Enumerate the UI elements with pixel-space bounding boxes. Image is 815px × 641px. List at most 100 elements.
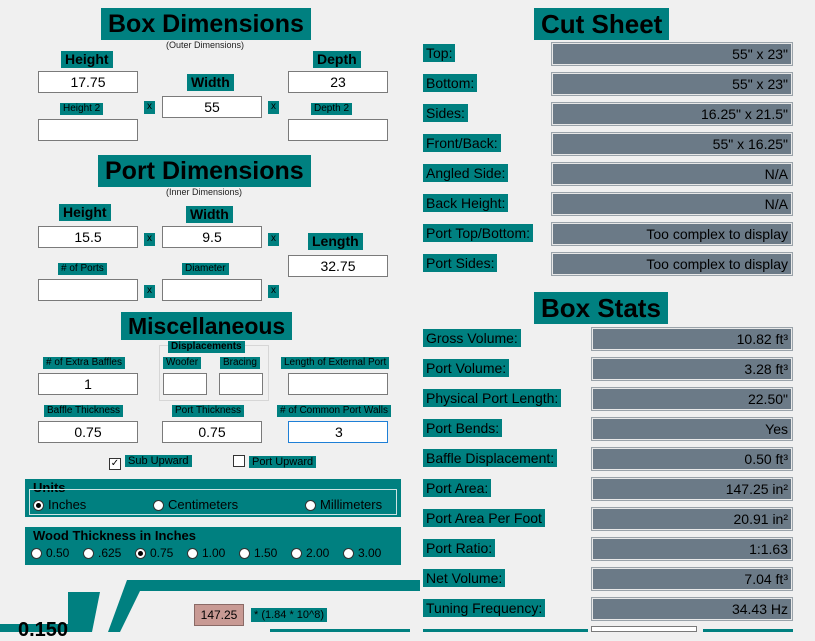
sub-upward-checkbox[interactable]: ✓ Sub Upward [109,455,192,470]
radio-icon [31,548,42,559]
wood-option-label: 1.50 [254,546,278,560]
baffle-thickness-input[interactable] [38,421,138,443]
box-dimensions-title: Box Dimensions [101,8,311,40]
units-option-label: Millimeters [320,497,383,512]
bracing-input[interactable] [219,373,263,395]
radio-icon [239,548,250,559]
sub-upward-label: Sub Upward [125,455,192,467]
units-option-inches[interactable]: Inches [33,498,86,512]
stats-row-partial-input[interactable] [591,626,697,632]
port-upward-label: Port Upward [249,456,317,468]
cut-sheet-row-label: Top: [423,44,456,62]
box-width-input[interactable] [162,96,262,118]
cut-sheet-row-label: Port Sides: [423,254,498,272]
port-length-input[interactable] [288,255,388,277]
woofer-input[interactable] [163,373,207,395]
box-stats-row-value: 10.82 ft³ [591,327,793,351]
wood-option-050[interactable]: 0.50 [31,546,69,560]
port-width-input[interactable] [162,226,262,248]
box-stats-row-value: 1:1.63 [591,537,793,561]
radio-icon [305,500,316,511]
box-height-label: Height [61,51,113,68]
wood-option-label: 1.00 [202,546,226,560]
external-port-label: Length of External Port [281,357,390,369]
wood-option-200[interactable]: 2.00 [291,546,329,560]
diagram-top-panel [108,580,420,632]
box-depth-label: Depth [313,51,361,68]
baffle-thickness-label: Baffle Thickness [44,405,124,417]
extra-baffles-label: # of Extra Baffles [43,357,125,369]
radio-icon [187,548,198,559]
num-ports-input[interactable] [38,279,138,301]
box-height2-label: Height 2 [60,103,104,115]
box-stats-row-label: Port Ratio: [423,539,496,557]
wood-thickness-title: Wood Thickness in Inches [33,528,197,543]
wood-option-label: 0.50 [46,546,70,560]
box-height2-input[interactable] [38,119,138,141]
common-walls-label: # of Common Port Walls [277,405,391,417]
miscellaneous-title: Miscellaneous [121,312,293,340]
wood-option-150[interactable]: 1.50 [239,546,277,560]
bracing-label: Bracing [220,357,260,369]
box-x-mark-right: x [268,101,279,114]
radio-icon [153,500,164,511]
radio-icon [83,548,94,559]
box-dimensions-subtitle: (Outer Dimensions) [166,40,245,50]
port-x-mark-4: x [268,285,279,298]
wood-option-label: 2.00 [306,546,330,560]
box-stats-row-label: Tuning Frequency: [423,599,546,617]
cut-sheet-row-value: 55" x 23" [551,42,793,66]
diameter-input[interactable] [162,279,262,301]
units-option-millimeters[interactable]: Millimeters [305,498,382,512]
box-x-mark-left: x [144,101,155,114]
box-stats-row-value: 7.04 ft³ [591,567,793,591]
box-height-input[interactable] [38,71,138,93]
wood-option-075[interactable]: 0.75 [135,546,173,560]
box-stats-row-label: Net Volume: [423,569,506,587]
cut-sheet-row-value: 55" x 23" [551,72,793,96]
cut-sheet-row-value: N/A [551,162,793,186]
box-stats-row-value: 34.43 Hz [591,597,793,621]
port-upward-check-icon [233,455,245,467]
wood-option-300[interactable]: 3.00 [343,546,381,560]
port-length-label: Length [308,233,363,250]
cut-sheet-row-label: Bottom: [423,74,478,92]
units-option-label: Centimeters [168,497,239,512]
cut-sheet-row-value: Too complex to display [551,222,793,246]
wood-option-label: 0.75 [150,546,174,560]
port-height-input[interactable] [38,226,138,248]
wood-option-label: .625 [98,546,122,560]
cut-sheet-title: Cut Sheet [534,8,670,40]
wood-option-100[interactable]: 1.00 [187,546,225,560]
num-ports-label: # of Ports [58,263,107,275]
box-stats-row-label: Port Area: [423,479,492,497]
diameter-label: Diameter [182,263,229,275]
box-width-label: Width [187,74,234,91]
box-depth-input[interactable] [288,71,388,93]
box-stats-row-label: Port Volume: [423,359,510,377]
box-stats-row-value: 0.50 ft³ [591,447,793,471]
port-width-label: Width [186,206,233,223]
extra-baffles-input[interactable] [38,373,138,395]
radio-selected-icon [135,548,146,559]
box-stats-row-label: Baffle Displacement: [423,449,558,467]
wood-option-label: 3.00 [358,546,382,560]
port-upward-checkbox[interactable]: Port Upward [233,455,317,468]
box-depth2-input[interactable] [288,119,388,141]
common-walls-input[interactable] [288,421,388,443]
box-stats-row-label: Port Bends: [423,419,503,437]
wood-option-0625[interactable]: .625 [83,546,121,560]
external-port-input[interactable] [288,373,388,395]
cut-sheet-row-label: Port Top/Bottom: [423,224,534,242]
box-stats-row-value: Yes [591,417,793,441]
box-stats-title: Box Stats [534,292,668,324]
sub-upward-check-icon: ✓ [109,458,121,470]
radio-selected-icon [33,500,44,511]
port-thickness-input[interactable] [162,421,262,443]
woofer-label: Woofer [163,357,202,369]
box-stats-row-value: 22.50" [591,387,793,411]
radio-icon [291,548,302,559]
radio-icon [343,548,354,559]
cut-sheet-row-value: Too complex to display [551,252,793,276]
units-option-centimeters[interactable]: Centimeters [153,498,238,512]
